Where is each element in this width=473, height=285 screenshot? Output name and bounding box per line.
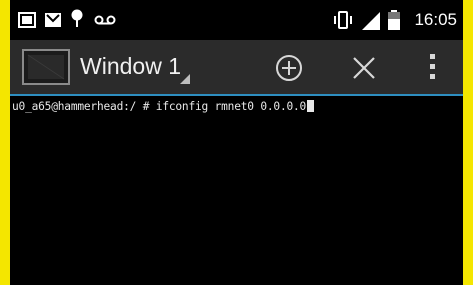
shell-command: ifconfig rmnet0 0.0.0.0: [155, 100, 307, 113]
phone-screen: 16:05 Window 1 u0_a65@hammerhead:/ # ifc…: [10, 0, 463, 285]
battery-icon: [388, 10, 400, 30]
overflow-menu-icon[interactable]: [429, 53, 437, 81]
spinner-dropdown-icon[interactable]: [180, 74, 190, 84]
clock: 16:05: [414, 10, 457, 29]
action-bar: Window 1: [10, 40, 463, 94]
shell-prompt: u0_a65@hammerhead:/ #: [12, 100, 156, 113]
terminal-app-icon[interactable]: [22, 49, 70, 85]
status-bar: 16:05: [10, 0, 463, 40]
gmail-icon: [45, 13, 61, 27]
terminal-view[interactable]: u0_a65@hammerhead:/ # ifconfig rmnet0 0.…: [10, 96, 463, 285]
signal-icon: [362, 12, 380, 30]
text-cursor: [307, 100, 315, 112]
terminal-line: u0_a65@hammerhead:/ # ifconfig rmnet0 0.…: [12, 100, 315, 113]
voicemail-icon: [94, 15, 116, 25]
add-window-icon[interactable]: [275, 54, 303, 82]
vibrate-icon: [334, 11, 352, 29]
close-window-icon[interactable]: [352, 56, 376, 80]
terminal-screen-icon: [27, 54, 65, 80]
android-icon: [71, 9, 83, 27]
terminal-notification-icon: [18, 12, 36, 28]
window-spinner-label[interactable]: Window 1: [80, 53, 181, 80]
